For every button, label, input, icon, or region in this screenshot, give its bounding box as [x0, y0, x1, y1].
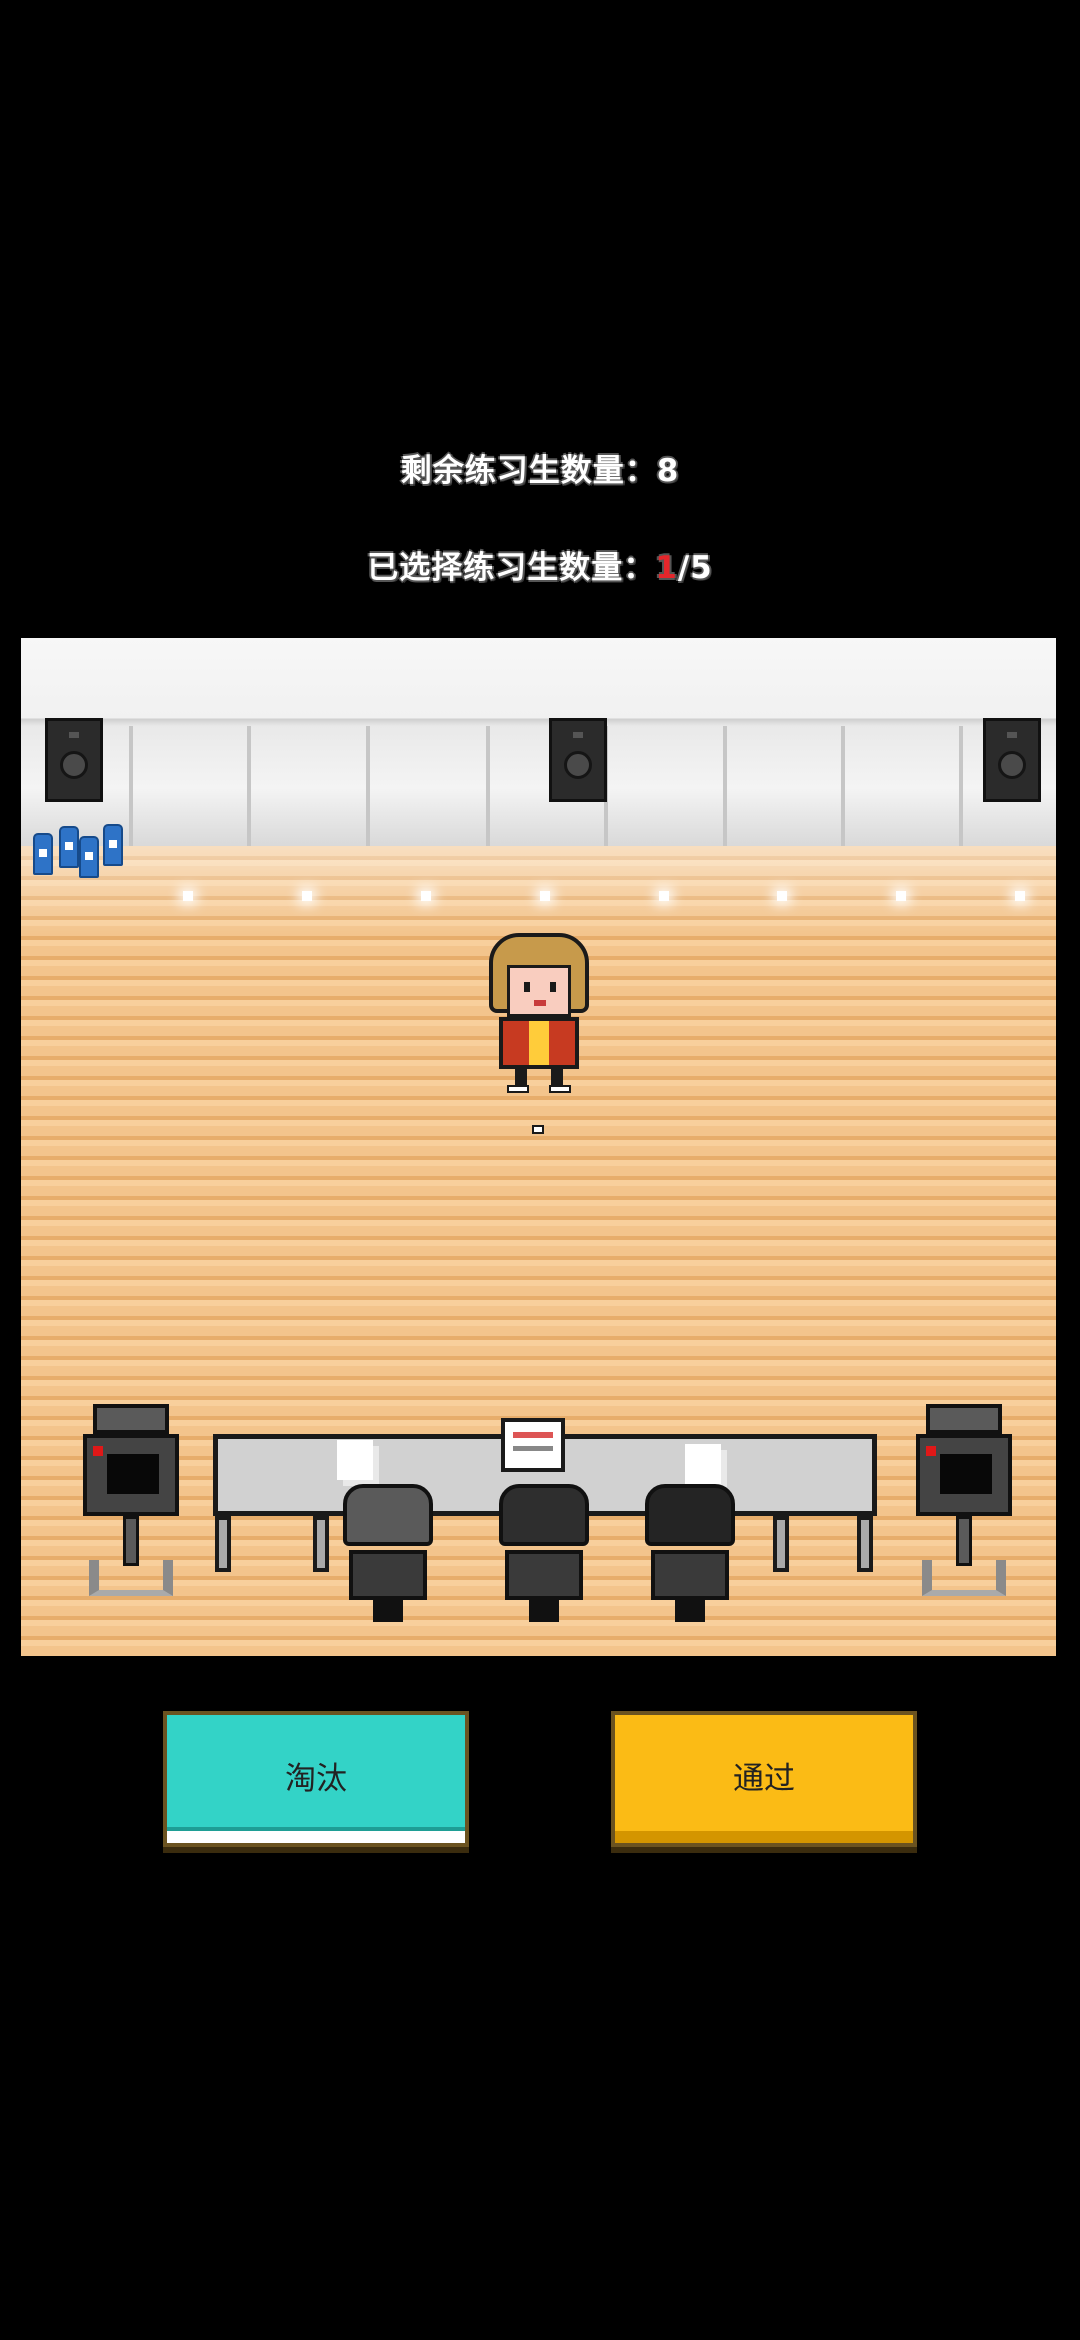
wall-panel-divider: [366, 726, 370, 846]
wall-panel-divider: [841, 726, 845, 846]
paper-sheet: [337, 1440, 373, 1480]
trainee-jacket: [499, 1017, 579, 1069]
selected-label: 已选择练习生数量：: [367, 550, 656, 586]
trainee-character[interactable]: [489, 933, 589, 1093]
trainee-shoe: [549, 1085, 571, 1093]
eliminate-button-label: 淘汰: [285, 1760, 347, 1797]
selected-current-count: 1: [655, 550, 678, 586]
stage-position-marker: [532, 1125, 544, 1134]
floor-light: [659, 891, 669, 901]
judge-seat: [641, 1484, 739, 1624]
pass-button-label: 通过: [733, 1760, 795, 1797]
floor-light: [421, 891, 431, 901]
desk-leg: [773, 1516, 789, 1572]
wall-panel-divider: [723, 726, 727, 846]
video-camera-icon: [916, 1404, 1012, 1600]
desk-leg: [215, 1516, 231, 1572]
wall-panel-divider: [129, 726, 133, 846]
speaker-icon: [45, 718, 103, 802]
floor-light: [302, 891, 312, 901]
eliminate-button[interactable]: 淘汰: [163, 1711, 469, 1847]
trainee-face: [507, 965, 571, 1017]
judge-nameplate: [501, 1418, 565, 1472]
water-bottle-icon: [33, 833, 53, 875]
floor-light: [896, 891, 906, 901]
water-bottle-icon: [59, 826, 79, 868]
speaker-icon: [549, 718, 607, 802]
judge-seat: [495, 1484, 593, 1624]
desk-leg: [857, 1516, 873, 1572]
paper-sheet: [685, 1444, 721, 1484]
floor-light: [777, 891, 787, 901]
floor-light: [1015, 891, 1025, 901]
selected-total: /5: [677, 550, 713, 586]
selected-trainees-counter: 已选择练习生数量：1/5: [0, 542, 1080, 587]
pass-button[interactable]: 通过: [611, 1711, 917, 1847]
water-bottle-icon: [103, 824, 123, 866]
wall-panel-divider: [959, 726, 963, 846]
audition-stage: [21, 638, 1056, 1656]
floor-light: [540, 891, 550, 901]
wall-panel-divider: [247, 726, 251, 846]
trainee-shoe: [507, 1085, 529, 1093]
water-bottle-icon: [79, 836, 99, 878]
judge-seat: [339, 1484, 437, 1624]
studio-wall: [21, 638, 1056, 846]
remaining-count: 8: [656, 453, 680, 489]
wall-panel-divider: [486, 726, 490, 846]
speaker-icon: [983, 718, 1041, 802]
remaining-trainees-counter: 剩余练习生数量：8: [0, 445, 1080, 490]
remaining-label: 剩余练习生数量：: [400, 453, 657, 489]
desk-leg: [313, 1516, 329, 1572]
video-camera-icon: [83, 1404, 179, 1600]
floor-light: [183, 891, 193, 901]
